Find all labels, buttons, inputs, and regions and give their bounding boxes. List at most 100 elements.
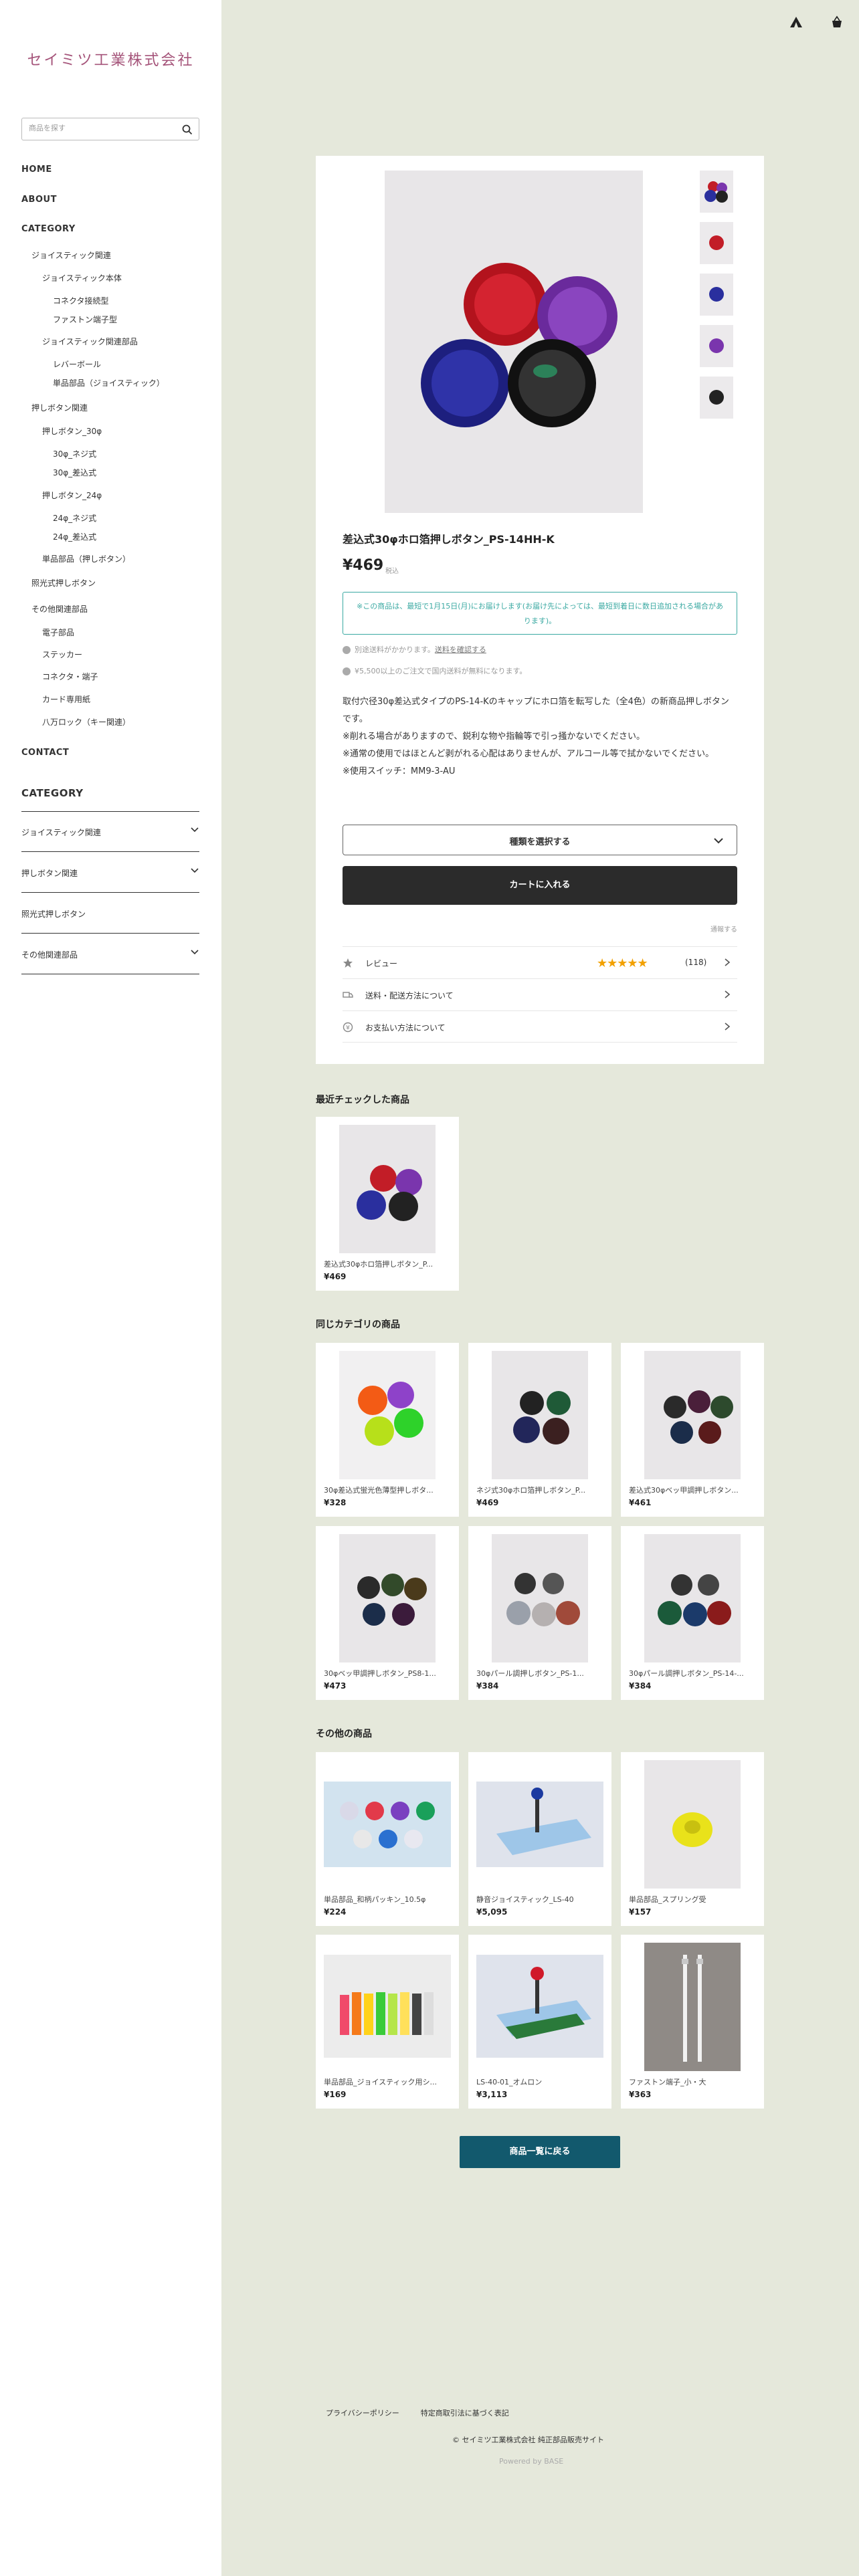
product-image[interactable] xyxy=(324,1782,451,1867)
product-thumbnail[interactable] xyxy=(700,274,733,316)
accordion-joystick[interactable]: ジョイスティック関連 xyxy=(21,812,199,852)
category-lever-ball[interactable]: レバーボール xyxy=(53,358,101,370)
product-card[interactable]: LS-40-01_オムロン ¥3,113 xyxy=(468,1935,611,2109)
product-name[interactable]: 単品部品_スプリング受 xyxy=(629,1894,756,1905)
shipping-info-row[interactable]: 送料・配送方法について xyxy=(343,978,737,1010)
variant-select[interactable]: 種類を選択する xyxy=(343,825,737,855)
legal-notice-link[interactable]: 特定商取引法に基づく表記 xyxy=(421,2409,509,2418)
accordion-illuminated[interactable]: 照光式押しボタン xyxy=(21,893,199,934)
category-faston-type[interactable]: ファストン端子型 xyxy=(53,314,117,325)
category-30-snap[interactable]: 30φ_差込式 xyxy=(53,467,96,478)
category-pushbutton-30[interactable]: 押しボタン_30φ xyxy=(42,425,102,437)
review-stars: ★★★★★ xyxy=(597,956,648,970)
product-main-image[interactable] xyxy=(385,171,643,513)
variant-select-label: 種類を選択する xyxy=(509,837,571,847)
shipping-fee-link[interactable]: 送料を確認する xyxy=(435,645,486,654)
search-box[interactable] xyxy=(21,118,199,140)
product-name[interactable]: ファストン端子_小・大 xyxy=(629,2076,756,2087)
nav-contact[interactable]: CONTACT xyxy=(21,748,69,758)
chevron-down-icon[interactable] xyxy=(190,948,199,957)
product-card[interactable]: 静音ジョイスティック_LS-40 ¥5,095 xyxy=(468,1752,611,1926)
category-connector-terminal[interactable]: コネクタ・端子 xyxy=(42,671,98,682)
accordion-other[interactable]: その他関連部品 xyxy=(21,934,199,974)
product-image[interactable] xyxy=(339,1534,436,1662)
category-joystick-body[interactable]: ジョイスティック本体 xyxy=(42,272,122,284)
product-card-recent[interactable]: 差込式30φホロ箔押しボタン_P... ¥469 xyxy=(316,1117,459,1291)
product-thumbnail[interactable] xyxy=(700,325,733,367)
product-card[interactable]: 30φパール調押しボタン_PS-14-... ¥384 xyxy=(621,1526,764,1700)
review-row[interactable]: レビュー ★★★★★ (118) xyxy=(343,946,737,978)
back-to-list-button[interactable]: 商品一覧に戻る xyxy=(460,2136,620,2168)
nav-home[interactable]: HOME xyxy=(21,165,52,175)
product-card[interactable]: 30φパール調押しボタン_PS-1... ¥384 xyxy=(468,1526,611,1700)
product-card[interactable]: 30φベッ甲調押しボタン_PS8-1... ¥473 xyxy=(316,1526,459,1700)
cart-icon[interactable] xyxy=(830,15,844,29)
add-to-cart-button[interactable]: カートに入れる xyxy=(343,866,737,905)
category-other[interactable]: その他関連部品 xyxy=(31,603,88,615)
product-image[interactable] xyxy=(644,1943,741,2071)
shop-logo[interactable]: セイミツ工業株式会社 xyxy=(0,48,221,70)
category-lock[interactable]: 八万ロック（キー関連） xyxy=(42,716,130,728)
product-name[interactable]: ネジ式30φホロ箔押しボタン_P... xyxy=(476,1485,603,1495)
product-name[interactable]: 30φ差込式蛍光色薄型押しボタ... xyxy=(324,1485,451,1495)
payment-info-row[interactable]: ¥ お支払い方法について xyxy=(343,1010,737,1043)
privacy-policy-link[interactable]: プライバシーポリシー xyxy=(326,2409,399,2418)
powered-by[interactable]: Powered by BASE xyxy=(499,2457,563,2466)
category-sticker[interactable]: ステッカー xyxy=(42,649,82,660)
shipping-notice: ※この商品は、最短で1月15日(月)にお届けします(お届け先によっては、最短到着… xyxy=(343,592,737,635)
product-image[interactable] xyxy=(476,1955,603,2058)
report-link[interactable]: 通報する xyxy=(710,924,737,934)
product-thumbnail[interactable] xyxy=(700,171,733,213)
product-card[interactable]: 差込式30φベッ甲調押しボタン... ¥461 xyxy=(621,1343,764,1517)
category-illuminated[interactable]: 照光式押しボタン xyxy=(31,577,96,588)
product-image[interactable] xyxy=(339,1125,436,1253)
category-joystick-parts[interactable]: ジョイスティック関連部品 xyxy=(42,336,138,347)
product-name[interactable]: 30φベッ甲調押しボタン_PS8-1... xyxy=(324,1668,451,1679)
product-image[interactable] xyxy=(644,1534,741,1662)
product-name[interactable]: LS-40-01_オムロン xyxy=(476,2076,603,2087)
category-30-screw[interactable]: 30φ_ネジ式 xyxy=(53,448,96,459)
product-card[interactable]: 30φ差込式蛍光色薄型押しボタ... ¥328 xyxy=(316,1343,459,1517)
product-price: ¥224 xyxy=(324,1907,347,1917)
product-name[interactable]: 差込式30φホロ箔押しボタン_P... xyxy=(324,1259,451,1269)
product-thumbnail[interactable] xyxy=(700,377,733,419)
product-thumbnail[interactable] xyxy=(700,222,733,264)
product-name[interactable]: 30φパール調押しボタン_PS-1... xyxy=(476,1668,603,1679)
accordion-pushbutton[interactable]: 押しボタン関連 xyxy=(21,853,199,893)
product-image[interactable] xyxy=(339,1351,436,1479)
chevron-down-icon[interactable] xyxy=(190,825,199,835)
category-pushbutton-24[interactable]: 押しボタン_24φ xyxy=(42,490,102,501)
chevron-down-icon[interactable] xyxy=(190,866,199,875)
product-name[interactable]: 30φパール調押しボタン_PS-14-... xyxy=(629,1668,756,1679)
product-image[interactable] xyxy=(492,1534,588,1662)
footer-links: プライバシーポリシー 特定商取引法に基づく表記 xyxy=(326,2407,531,2418)
product-card[interactable]: 単品部品_和柄パッキン_10.5φ ¥224 xyxy=(316,1752,459,1926)
category-electronic[interactable]: 電子部品 xyxy=(42,627,74,638)
product-image[interactable] xyxy=(476,1782,603,1867)
category-pushbutton[interactable]: 押しボタン関連 xyxy=(31,402,88,413)
search-input[interactable] xyxy=(29,124,169,132)
nav-category[interactable]: CATEGORY xyxy=(21,224,76,234)
product-card[interactable]: 単品部品_ジョイスティック用シ... ¥169 xyxy=(316,1935,459,2109)
product-image[interactable] xyxy=(324,1955,451,2058)
product-image[interactable] xyxy=(644,1760,741,1889)
category-connector-type[interactable]: コネクタ接続型 xyxy=(53,295,109,306)
category-24-screw[interactable]: 24φ_ネジ式 xyxy=(53,512,96,524)
product-card[interactable]: ネジ式30φホロ箔押しボタン_P... ¥469 xyxy=(468,1343,611,1517)
search-icon[interactable] xyxy=(181,124,193,136)
product-name[interactable]: 単品部品_ジョイスティック用シ... xyxy=(324,2076,451,2087)
product-image[interactable] xyxy=(492,1351,588,1479)
category-24-snap[interactable]: 24φ_差込式 xyxy=(53,531,96,542)
nav-about[interactable]: ABOUT xyxy=(21,195,57,205)
product-card[interactable]: ファストン端子_小・大 ¥363 xyxy=(621,1935,764,2109)
category-card-paper[interactable]: カード専用紙 xyxy=(42,693,90,705)
product-card[interactable]: 単品部品_スプリング受 ¥157 xyxy=(621,1752,764,1926)
category-button-single-parts[interactable]: 単品部品（押しボタン） xyxy=(42,553,130,564)
category-joystick-single-parts[interactable]: 単品部品（ジョイスティック） xyxy=(53,377,165,389)
product-image[interactable] xyxy=(644,1351,741,1479)
tent-icon[interactable] xyxy=(789,15,803,29)
product-name[interactable]: 静音ジョイスティック_LS-40 xyxy=(476,1894,603,1905)
category-joystick[interactable]: ジョイスティック関連 xyxy=(31,249,111,261)
product-name[interactable]: 差込式30φベッ甲調押しボタン... xyxy=(629,1485,756,1495)
product-name[interactable]: 単品部品_和柄パッキン_10.5φ xyxy=(324,1894,451,1905)
